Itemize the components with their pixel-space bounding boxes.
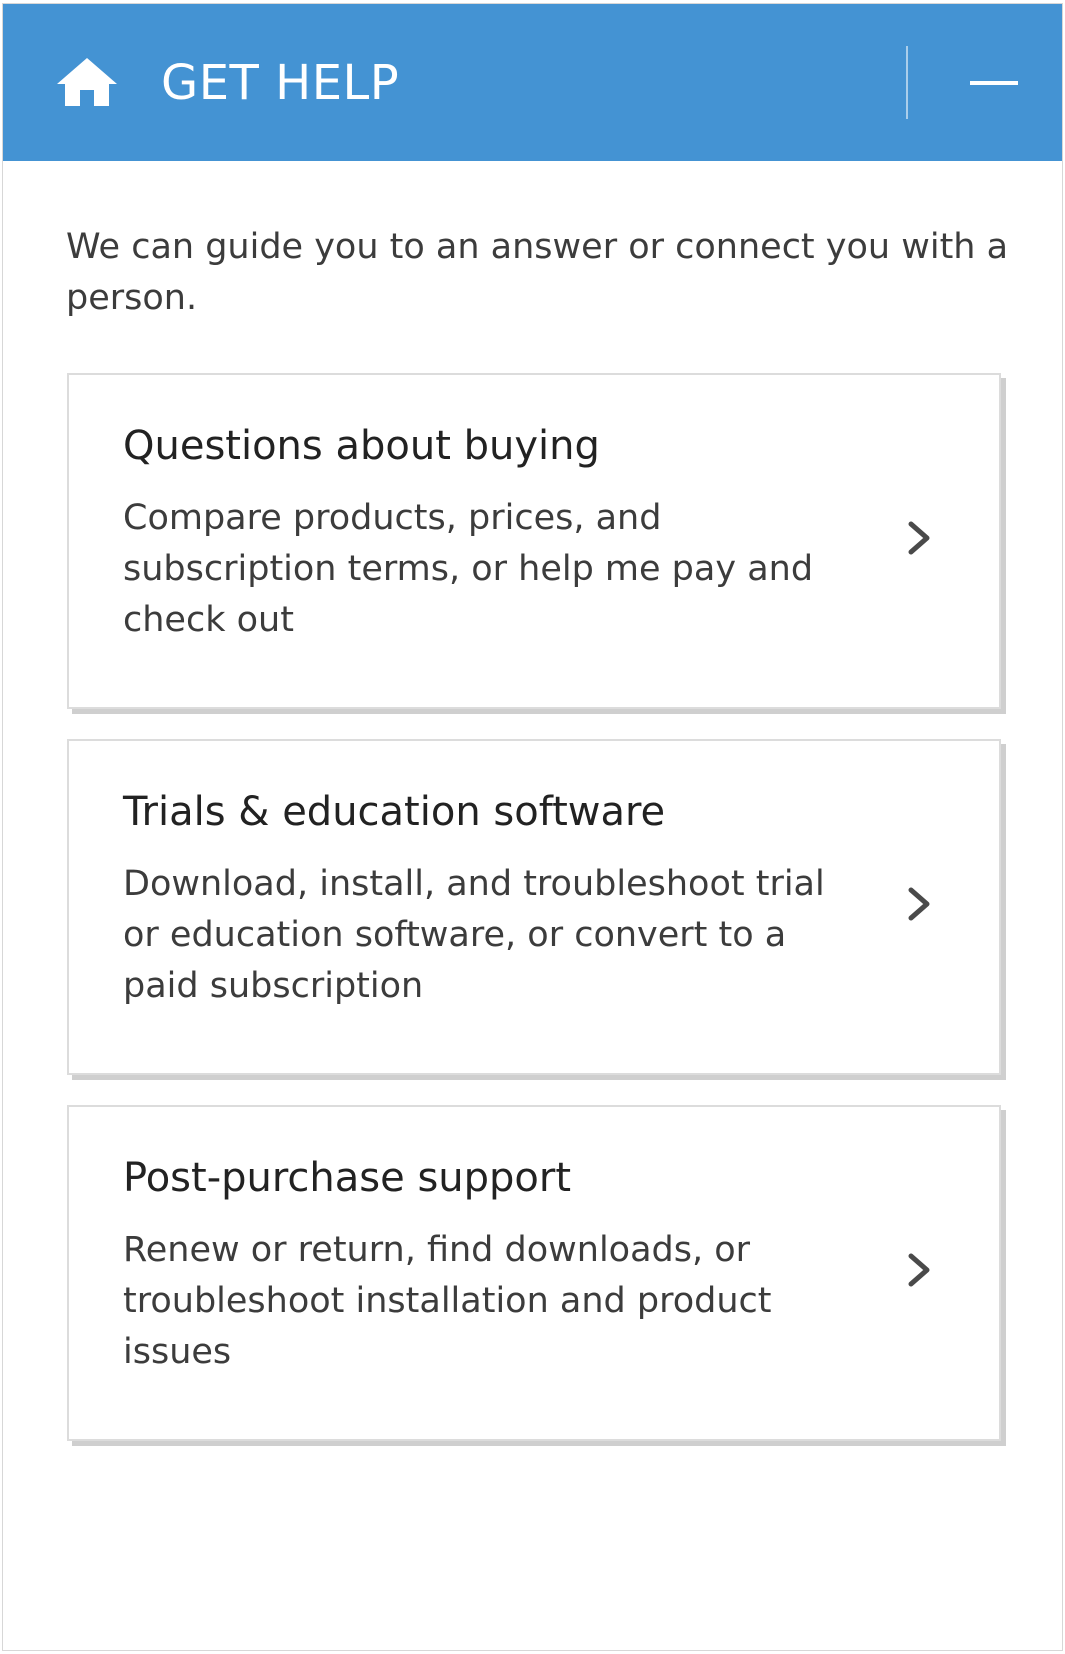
card-questions-about-buying[interactable]: Questions about buying Compare products,… [67,373,1001,709]
chevron-right-icon [901,884,937,924]
get-help-panel: GET HELP We can guide you to an answer o… [2,3,1063,1651]
card-description: Compare products, prices, and subscripti… [123,498,814,640]
card-title: Post-purchase support [123,1155,572,1201]
header-bar: GET HELP [3,4,1062,161]
intro-text: We can guide you to an answer or connect… [66,227,1009,318]
card-post-purchase-support[interactable]: Post-purchase support Renew or return, f… [67,1105,1001,1441]
chevron-right-icon [901,518,937,558]
card-description: Renew or return, find downloads, or trou… [123,1230,772,1372]
home-icon[interactable] [55,56,119,108]
chevron-right-icon [901,1250,937,1290]
minimize-icon [970,81,1018,85]
card-description: Download, install, and troubleshoot tria… [123,864,825,1006]
header-title: GET HELP [161,55,400,111]
card-title: Trials & education software [123,789,666,835]
card-trials-education-software[interactable]: Trials & education software Download, in… [67,739,1001,1075]
minimize-button[interactable] [958,50,1028,116]
card-title: Questions about buying [123,423,600,469]
header-divider [906,46,908,119]
home-icon-graphic [57,58,117,106]
